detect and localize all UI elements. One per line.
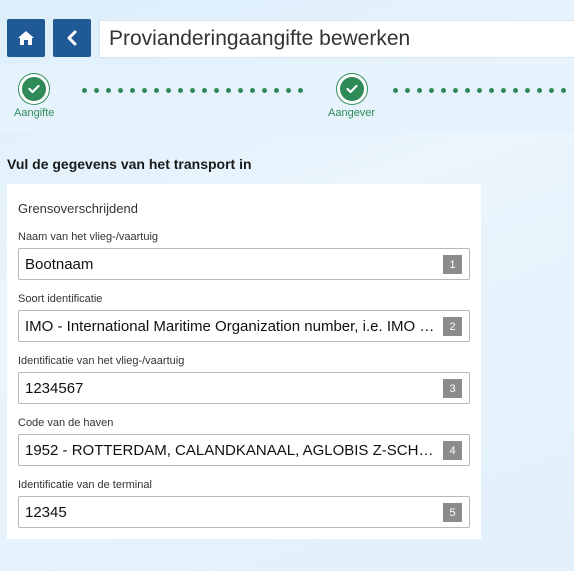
step-aangever[interactable]: Aangever [328,74,375,119]
step-label: Aangever [328,107,376,119]
field-number-badge: 2 [443,317,462,336]
terminal-id-label: Identificatie van de terminal [18,479,152,491]
vessel-id-value: 1234567 [25,379,84,397]
identification-type-label: Soort identificatie [18,293,103,305]
identification-type-select[interactable]: IMO - International Maritime Organizatio… [18,310,470,342]
step-connector [393,88,566,93]
terminal-id-value: 12345 [25,503,67,521]
step-aangifte[interactable]: Aangifte [14,74,54,119]
page-title: Provianderingaangifte bewerken [109,27,411,50]
vessel-name-value: Bootnaam [25,255,94,273]
back-button[interactable] [53,19,91,57]
checkmark-icon [28,84,40,94]
page-title-box: Provianderingaangifte bewerken [99,20,574,58]
field-number-badge: 1 [443,255,462,274]
step-complete-circle [336,74,367,104]
step-connector [82,88,303,93]
chevron-left-icon [67,30,77,46]
home-button[interactable] [7,19,45,57]
home-icon [18,31,34,45]
step-label: Aangifte [14,107,55,119]
field-number-badge: 5 [443,503,462,522]
identification-type-value: IMO - International Maritime Organizatio… [25,317,435,335]
section-title: Vul de gegevens van het transport in [7,156,252,172]
top-bar [7,18,99,58]
vessel-name-label: Naam van het vlieg-/vaartuig [18,231,159,243]
progress-stepper: Aangifte Aangever [0,64,574,132]
terminal-id-input[interactable]: 12345 5 [18,496,470,528]
field-number-badge: 4 [443,441,462,460]
checkmark-icon [345,84,358,94]
port-code-value: 1952 - ROTTERDAM, CALANDKANAAL, AGLOBIS … [25,441,435,459]
group-label: Grensoverschrijdend [18,201,138,216]
vessel-id-label: Identificatie van het vlieg-/vaartuig [18,355,185,367]
step-complete-circle [19,74,50,104]
vessel-name-input[interactable]: Bootnaam 1 [18,248,470,280]
transport-form-card: Grensoverschrijdend Naam van het vlieg-/… [7,184,481,539]
port-code-label: Code van de haven [18,417,114,429]
port-code-select[interactable]: 1952 - ROTTERDAM, CALANDKANAAL, AGLOBIS … [18,434,470,466]
vessel-id-input[interactable]: 1234567 3 [18,372,470,404]
field-number-badge: 3 [443,379,462,398]
